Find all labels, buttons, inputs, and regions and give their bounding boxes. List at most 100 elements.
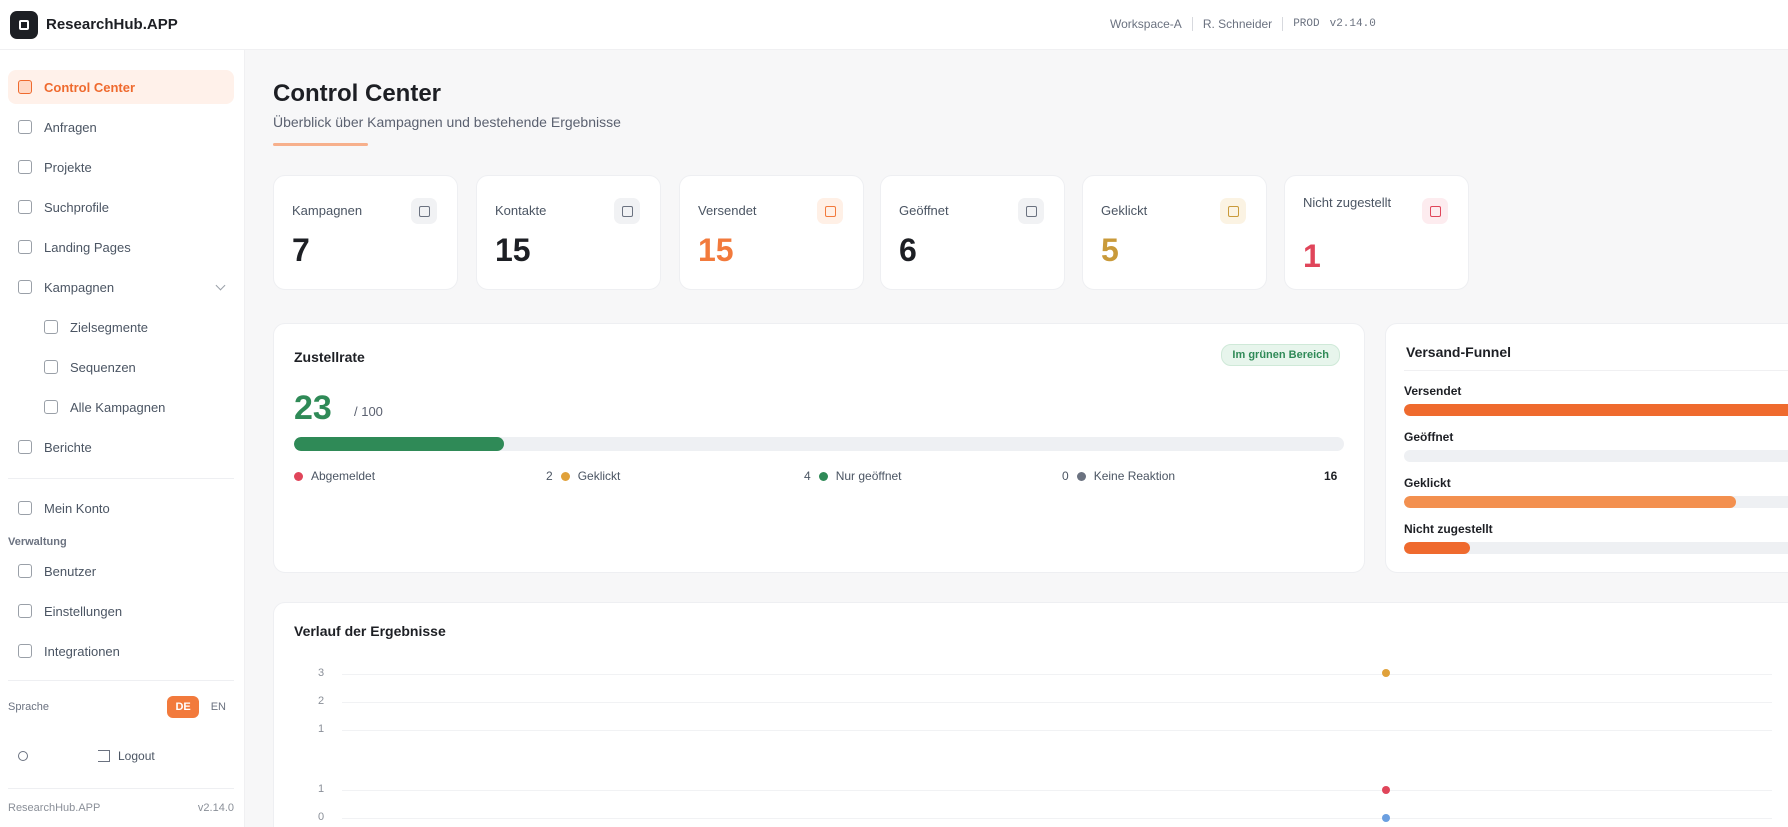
top-bar: ResearchHub.APP Workspace-A R. Schneider… — [0, 0, 1788, 50]
funnel-row-label: Geöffnet — [1404, 430, 1454, 444]
sidebar-item-zielsegmente[interactable]: Zielsegmente — [34, 310, 234, 344]
funnel-bar-geklickt — [1404, 496, 1788, 508]
delivery-rate-unit: / 100 — [354, 404, 383, 419]
funnel-bar-fill — [1404, 542, 1471, 554]
sidebar-item-control-center[interactable]: Control Center — [8, 70, 234, 104]
delivery-legend: Abgemeldet 2 Geklickt 4 Nur geöffnet 0 K… — [294, 469, 1344, 487]
sun-icon — [18, 751, 28, 761]
brand[interactable]: ResearchHub.APP — [10, 10, 250, 39]
stat-card-kampagnen[interactable]: Kampagnen 7 — [273, 175, 458, 290]
legend-count: 0 — [1062, 469, 1069, 483]
language-toggle: DE EN — [167, 696, 234, 718]
logout-icon — [98, 750, 110, 762]
campaign-icon — [18, 280, 32, 294]
sidebar-item-label: Zielsegmente — [70, 319, 149, 335]
y-tick: 0 — [318, 811, 325, 823]
open-icon — [1018, 198, 1044, 224]
sidebar-item-integrationen[interactable]: Integrationen — [8, 634, 234, 668]
y-tick: 3 — [318, 667, 325, 679]
chevron-down-icon[interactable] — [215, 280, 226, 291]
stat-label: Nicht zugestellt — [1303, 195, 1392, 210]
grid-line — [342, 674, 1772, 675]
legend-item-total: 16 — [1324, 469, 1337, 483]
user-label[interactable]: R. Schneider — [1203, 17, 1272, 31]
bounce-icon — [1422, 198, 1448, 224]
sidebar-item-label: Control Center — [44, 79, 135, 95]
stat-card-nicht-zugestellt[interactable]: Nicht zugestellt 1 — [1284, 175, 1469, 290]
sidebar-item-berichte[interactable]: Berichte — [8, 430, 234, 464]
sidebar-item-projekte[interactable]: Projekte — [8, 150, 234, 184]
sidebar-item-label: Kampagnen — [44, 279, 115, 295]
sidebar-item-label: Anfragen — [44, 119, 97, 135]
legend-dot — [560, 471, 570, 481]
inbox-icon — [18, 120, 32, 134]
funnel-row-label: Versendet — [1404, 384, 1462, 398]
page-title: Control Center — [273, 80, 441, 107]
page-subtitle: Überblick über Kampagnen und bestehende … — [273, 114, 621, 130]
sidebar-item-anfragen[interactable]: Anfragen — [8, 110, 234, 144]
campaign-icon — [411, 198, 437, 224]
legend-item-keine-reaktion: 0 Keine Reaktion — [1062, 469, 1175, 483]
trend-panel: Verlauf der Ergebnisse 3 2 1 1 0 — [273, 602, 1788, 827]
stat-card-geoeffnet[interactable]: Geöffnet 6 — [880, 175, 1065, 290]
delivery-rate-value: 23 — [294, 389, 332, 427]
version-app-name: ResearchHub.APP — [8, 801, 101, 814]
delivery-rate-panel: Zustellrate Im grünen Bereich 23 / 100 A… — [273, 323, 1365, 573]
theme-toggle-button[interactable] — [8, 743, 38, 769]
status-badge: Im grünen Bereich — [1221, 344, 1340, 366]
stat-card-versendet[interactable]: Versendet 15 — [679, 175, 864, 290]
app-logo-icon — [10, 10, 38, 39]
language-option-de[interactable]: DE — [167, 696, 199, 718]
funnel-bar-versendet — [1404, 404, 1788, 416]
folder-icon — [18, 160, 32, 174]
trend-point[interactable] — [1382, 786, 1390, 794]
version-number: v2.14.0 — [197, 801, 234, 814]
legend-count: 2 — [546, 469, 553, 483]
legend-dot — [294, 471, 303, 481]
sidebar-divider — [8, 478, 234, 479]
env-label: PROD — [1293, 18, 1320, 30]
delivery-progress-bar — [294, 437, 1344, 451]
stat-value: 6 — [899, 232, 917, 268]
logout-button[interactable]: Logout — [98, 749, 155, 763]
language-label: Sprache — [8, 701, 49, 713]
stat-card-kontakte[interactable]: Kontakte 15 — [476, 175, 661, 290]
panel-title: Zustellrate — [294, 349, 365, 365]
sidebar-item-einstellungen[interactable]: Einstellungen — [8, 594, 234, 628]
stat-label: Geklickt — [1101, 203, 1148, 218]
grid-line — [342, 818, 1772, 819]
trend-point[interactable] — [1382, 669, 1390, 677]
sequence-icon — [44, 360, 58, 374]
build-label: v2.14.0 — [1329, 18, 1376, 30]
stat-card-geklickt[interactable]: Geklickt 5 — [1082, 175, 1267, 290]
delivery-progress-fill — [294, 437, 504, 451]
stat-value: 1 — [1303, 238, 1321, 274]
contacts-icon — [614, 198, 640, 224]
language-option-en[interactable]: EN — [203, 696, 234, 718]
workspace-label[interactable]: Workspace-A — [1110, 17, 1182, 31]
legend-label: Keine Reaktion — [1093, 469, 1176, 483]
y-tick: 2 — [318, 695, 325, 707]
page-icon — [18, 240, 32, 254]
app-name: ResearchHub.APP — [46, 16, 178, 33]
sidebar-item-alle-kampagnen[interactable]: Alle Kampagnen — [34, 390, 234, 424]
legend-item-nur-geoeffnet: 4 Nur geöffnet — [804, 469, 902, 483]
logout-label: Logout — [118, 749, 155, 763]
sidebar-item-label: Integrationen — [44, 643, 120, 659]
sidebar-item-mein-konto[interactable]: Mein Konto — [8, 491, 234, 525]
funnel-row-label: Nicht zugestellt — [1404, 522, 1493, 536]
panel-title: Verlauf der Ergebnisse — [294, 623, 446, 639]
top-meta: Workspace-A R. Schneider PROD v2.14.0 — [1110, 17, 1376, 31]
plug-icon — [18, 644, 32, 658]
legend-label: Abgemeldet — [311, 469, 376, 483]
stat-value: 7 — [292, 232, 310, 268]
trend-point[interactable] — [1382, 814, 1390, 822]
sidebar-item-kampagnen[interactable]: Kampagnen — [8, 270, 234, 304]
sidebar-item-suchprofile[interactable]: Suchprofile — [8, 190, 234, 224]
sidebar-item-landing-pages[interactable]: Landing Pages — [8, 230, 234, 264]
stat-label: Versendet — [698, 203, 757, 218]
legend-count: 4 — [804, 469, 811, 483]
sidebar-item-sequenzen[interactable]: Sequenzen — [34, 350, 234, 384]
sidebar-item-benutzer[interactable]: Benutzer — [8, 554, 234, 588]
segment-icon — [44, 320, 58, 334]
